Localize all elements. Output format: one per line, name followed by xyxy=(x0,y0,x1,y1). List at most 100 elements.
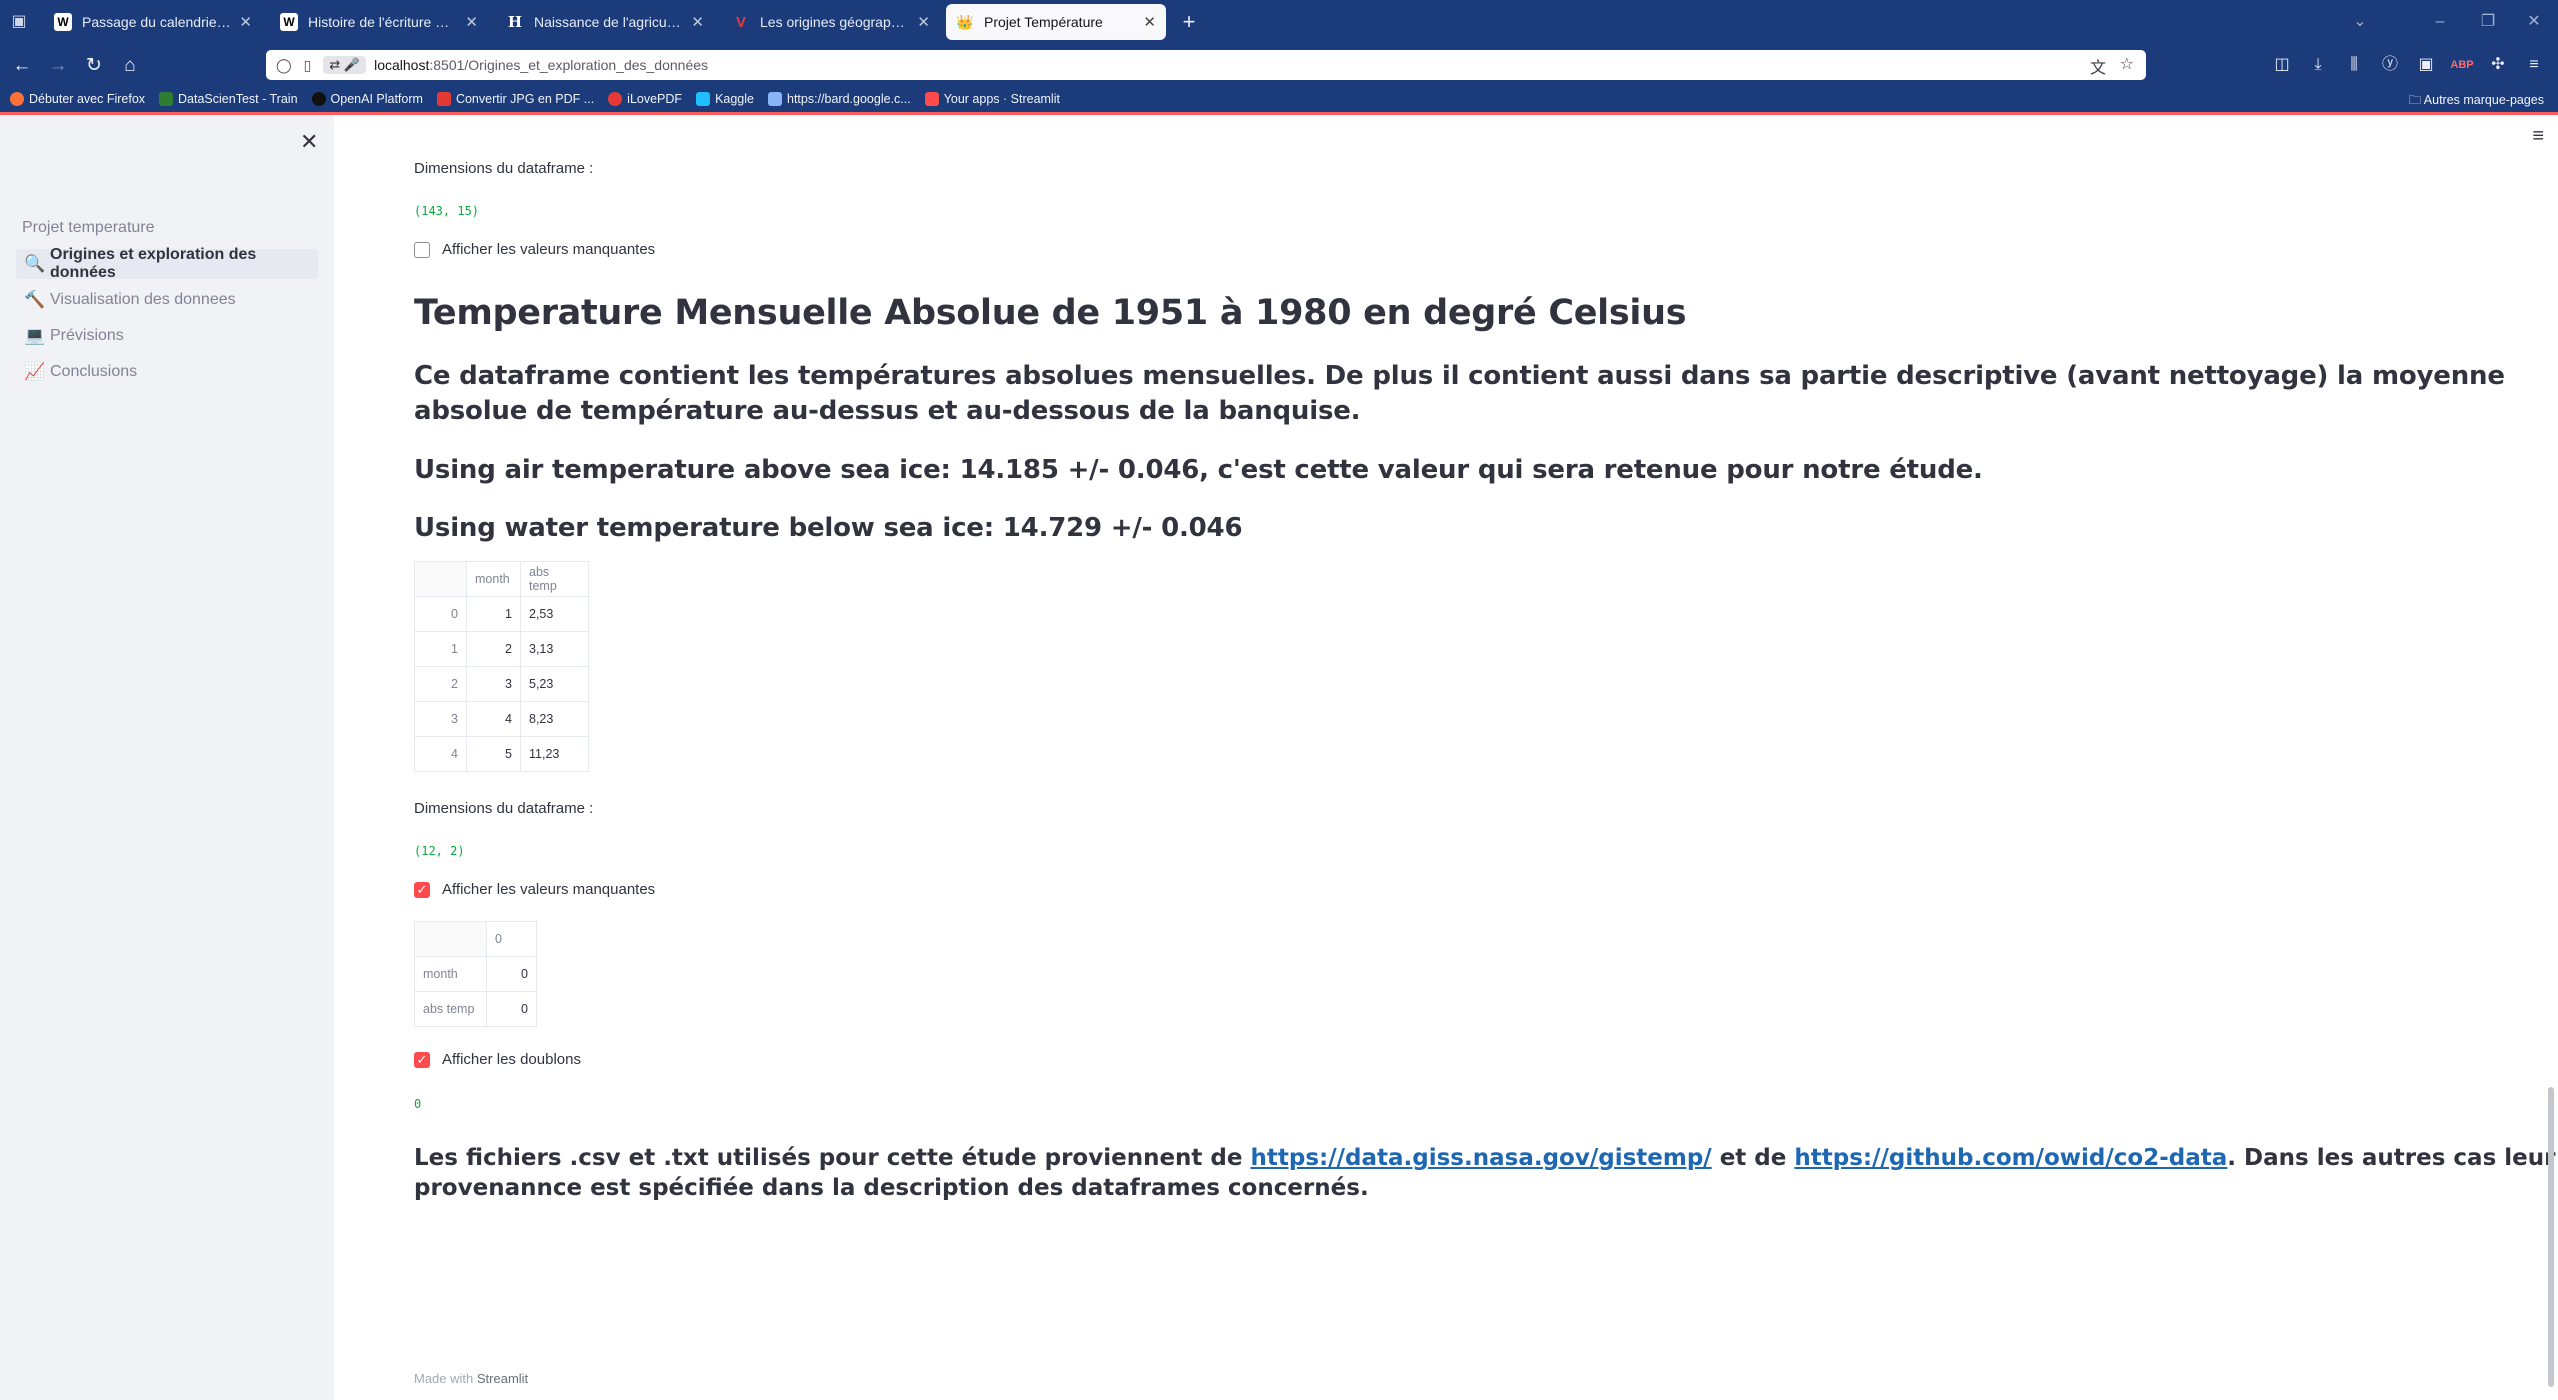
dataframe-table[interactable]: month abs temp 0 1 2,53 1 2 3,13 2 3 5,2… xyxy=(414,561,589,772)
main-content: ≡ Dimensions du dataframe : (143, 15) Af… xyxy=(334,115,2558,1400)
close-tab-icon[interactable]: ✕ xyxy=(917,13,930,31)
navigation-bar: ← → ↻ ⌂ ◯ ▯ ⇄ 🎤 localhost:8501/Origines_… xyxy=(0,44,2558,86)
close-tab-icon[interactable]: ✕ xyxy=(1143,13,1156,31)
url-host: localhost xyxy=(374,57,430,73)
history-site-icon: H xyxy=(507,13,523,31)
bookmark-item[interactable]: Convertir JPG en PDF ... xyxy=(436,92,594,106)
table-row: 0 1 2,53 xyxy=(414,596,589,632)
sidebar-item-origines[interactable]: 🔍 Origines et exploration des données xyxy=(16,246,318,281)
scrollbar-thumb[interactable] xyxy=(2548,1087,2554,1387)
tab-calendrier[interactable]: W Passage du calendrier julien au ✕ xyxy=(44,6,262,38)
table-row: 2 3 5,23 xyxy=(414,666,589,702)
value-cell: 0 xyxy=(486,956,537,992)
duplicates-checkbox[interactable]: ✓ Afficher les doublons xyxy=(414,1051,581,1068)
sidebar-title: Projet temperature xyxy=(22,219,155,236)
missing-values-checkbox-1[interactable]: Afficher les valeurs manquantes xyxy=(414,241,655,258)
new-tab-button[interactable]: + xyxy=(1176,8,1202,36)
url-text[interactable]: localhost:8501/Origines_et_exploration_d… xyxy=(374,57,708,73)
section-heading: Temperature Mensuelle Absolue de 1951 à … xyxy=(414,293,1687,333)
extension-blue-icon[interactable]: ▣ xyxy=(2414,53,2438,77)
missing-values-table[interactable]: 0 month 0 abs temp 0 xyxy=(414,921,537,1027)
bookmark-item[interactable]: https://bard.google.c... xyxy=(768,92,911,106)
abs-temp-cell: 3,13 xyxy=(520,631,589,667)
tab-projet-temperature[interactable]: 👑 Projet Température ✕ xyxy=(946,4,1166,40)
column-header[interactable]: abs temp xyxy=(520,561,589,597)
translate-icon[interactable]: 文 xyxy=(2090,54,2106,78)
tab-ecriture[interactable]: W Histoire de l'écriture — Wikipé ✕ xyxy=(270,6,488,38)
pocket-icon[interactable]: ◫ xyxy=(2270,53,2294,77)
minimize-button[interactable]: – xyxy=(2420,8,2460,36)
home-icon[interactable]: ⌂ xyxy=(116,52,144,80)
reload-icon[interactable]: ↻ xyxy=(80,52,108,80)
url-bar[interactable]: ◯ ▯ ⇄ 🎤 localhost:8501/Origines_et_explo… xyxy=(266,50,2146,80)
bookmark-label: Kaggle xyxy=(715,92,754,106)
bookmark-item[interactable]: Kaggle xyxy=(696,92,754,106)
checkbox-checked-icon[interactable]: ✓ xyxy=(414,881,430,898)
month-cell: 1 xyxy=(466,596,521,632)
sources-text: et de xyxy=(1711,1145,1795,1171)
close-tab-icon[interactable]: ✕ xyxy=(465,13,478,31)
owid-co2-link[interactable]: https://github.com/owid/co2-data xyxy=(1794,1145,2227,1171)
extension-y-icon[interactable]: ⓨ xyxy=(2378,53,2402,77)
month-cell: 2 xyxy=(466,631,521,667)
extensions-puzzle-icon[interactable]: ✣ xyxy=(2486,53,2510,77)
row-index: 4 xyxy=(414,736,467,772)
column-header[interactable]: month xyxy=(466,561,521,597)
adblock-icon[interactable]: ABP xyxy=(2450,53,2474,77)
downloads-icon[interactable]: ⤓ xyxy=(2306,53,2330,77)
bookmark-item[interactable]: DataScienTest - Train xyxy=(159,92,298,106)
dimensions-value: (12, 2) xyxy=(414,844,465,858)
index-header xyxy=(414,921,487,957)
scrollbar[interactable] xyxy=(2542,115,2558,1400)
bookmark-star-icon[interactable]: ☆ xyxy=(2120,54,2134,74)
bookmark-label: iLovePDF xyxy=(627,92,683,106)
tab-overview-icon[interactable]: ▣ xyxy=(6,10,32,34)
bookmark-item[interactable]: Your apps · Streamlit xyxy=(924,92,1060,106)
abs-temp-cell: 5,23 xyxy=(520,666,589,702)
page-icon[interactable]: ▯ xyxy=(304,57,312,74)
column-header[interactable]: 0 xyxy=(486,921,537,957)
app-menu-icon[interactable]: ≡ xyxy=(2522,53,2546,77)
streamlit-icon xyxy=(924,92,939,106)
sources-text: Les fichiers .csv et .txt utilisés pour … xyxy=(414,1145,1251,1171)
bookmark-item[interactable]: iLovePDF xyxy=(608,92,682,106)
table-row: 4 5 11,23 xyxy=(414,736,589,772)
tab-origines[interactable]: V Les origines géographiques de ✕ xyxy=(722,6,940,38)
streamlit-link[interactable]: Streamlit xyxy=(477,1371,528,1386)
month-cell: 5 xyxy=(466,736,521,772)
footer-text: Made with xyxy=(414,1371,477,1386)
checkbox-checked-icon[interactable]: ✓ xyxy=(414,1051,430,1068)
sidebar-item-conclusions[interactable]: 📈 Conclusions xyxy=(16,357,318,387)
restore-button[interactable]: ❐ xyxy=(2468,8,2508,36)
month-cell: 3 xyxy=(466,666,521,702)
bookmark-item[interactable]: OpenAI Platform xyxy=(311,92,423,106)
close-window-button[interactable]: ✕ xyxy=(2514,8,2554,36)
checkbox-label: Afficher les valeurs manquantes xyxy=(442,241,656,258)
checkbox-box[interactable] xyxy=(414,241,430,258)
sidebar-item-previsions[interactable]: 💻 Prévisions xyxy=(16,321,318,351)
other-bookmarks[interactable]: 🗀 Autres marque-pages xyxy=(2409,91,2545,112)
dimensions-value: (143, 15) xyxy=(414,204,480,218)
missing-values-checkbox-2[interactable]: ✓ Afficher les valeurs manquantes xyxy=(414,881,655,898)
kaggle-icon xyxy=(696,92,711,106)
forward-icon[interactable]: → xyxy=(44,52,72,80)
wikipedia-icon: W xyxy=(280,13,298,31)
close-sidebar-icon[interactable]: ✕ xyxy=(300,129,318,155)
back-icon[interactable]: ← xyxy=(8,52,36,80)
shield-icon[interactable]: ◯ xyxy=(276,57,292,74)
library-icon[interactable]: ⫼ xyxy=(2342,53,2366,77)
nasa-gistemp-link[interactable]: https://data.giss.nasa.gov/gistemp/ xyxy=(1251,1145,1712,1171)
permissions-icon[interactable]: ⇄ 🎤 xyxy=(323,56,367,74)
table-row: 3 4 8,23 xyxy=(414,701,589,737)
tab-agriculture[interactable]: H Naissance de l'agriculture (-11 ✕ xyxy=(496,6,714,38)
tab-list-chevron-icon[interactable]: ⌄ xyxy=(2340,8,2380,36)
temperature-table: month abs temp 0 1 2,53 1 2 3,13 2 3 5,2… xyxy=(414,561,589,772)
table-row: abs temp 0 xyxy=(414,991,537,1027)
close-tab-icon[interactable]: ✕ xyxy=(239,13,252,31)
chart-increasing-icon: 📈 xyxy=(24,362,46,381)
tab-title: Naissance de l'agriculture (-11 xyxy=(534,14,683,30)
bookmark-item[interactable]: Débuter avec Firefox xyxy=(10,92,145,106)
firefox-icon xyxy=(10,92,24,106)
sidebar-item-visualisation[interactable]: 🔨 Visualisation des donnees xyxy=(16,285,318,315)
close-tab-icon[interactable]: ✕ xyxy=(691,13,704,31)
